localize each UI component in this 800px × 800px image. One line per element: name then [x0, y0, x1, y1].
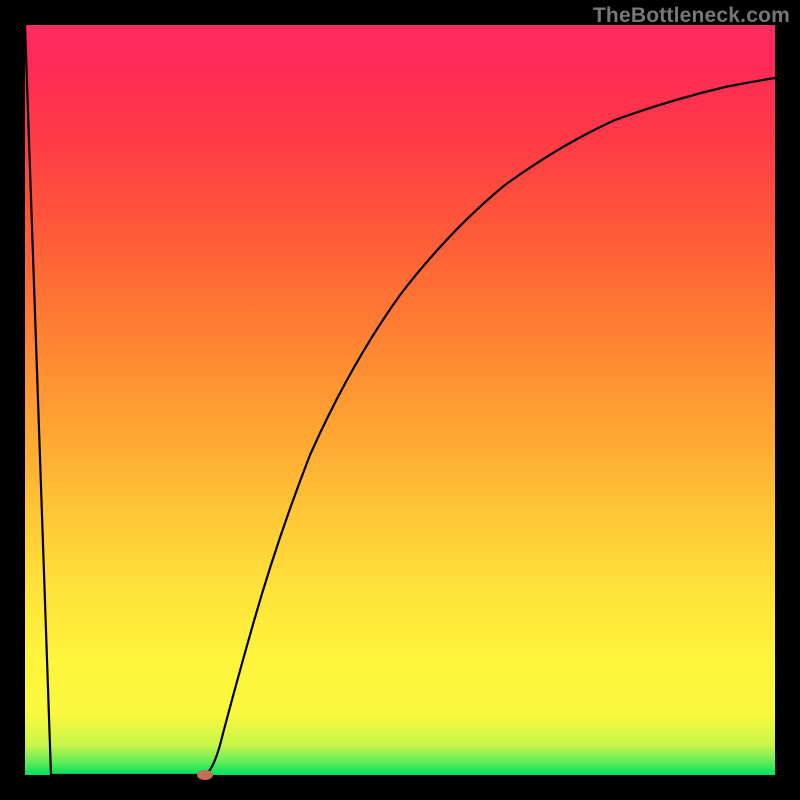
plot-area [25, 25, 775, 775]
curve-path [25, 25, 775, 775]
chart-frame: TheBottleneck.com [0, 0, 800, 800]
curve-minimum-marker [197, 770, 213, 780]
bottleneck-curve [25, 25, 775, 775]
